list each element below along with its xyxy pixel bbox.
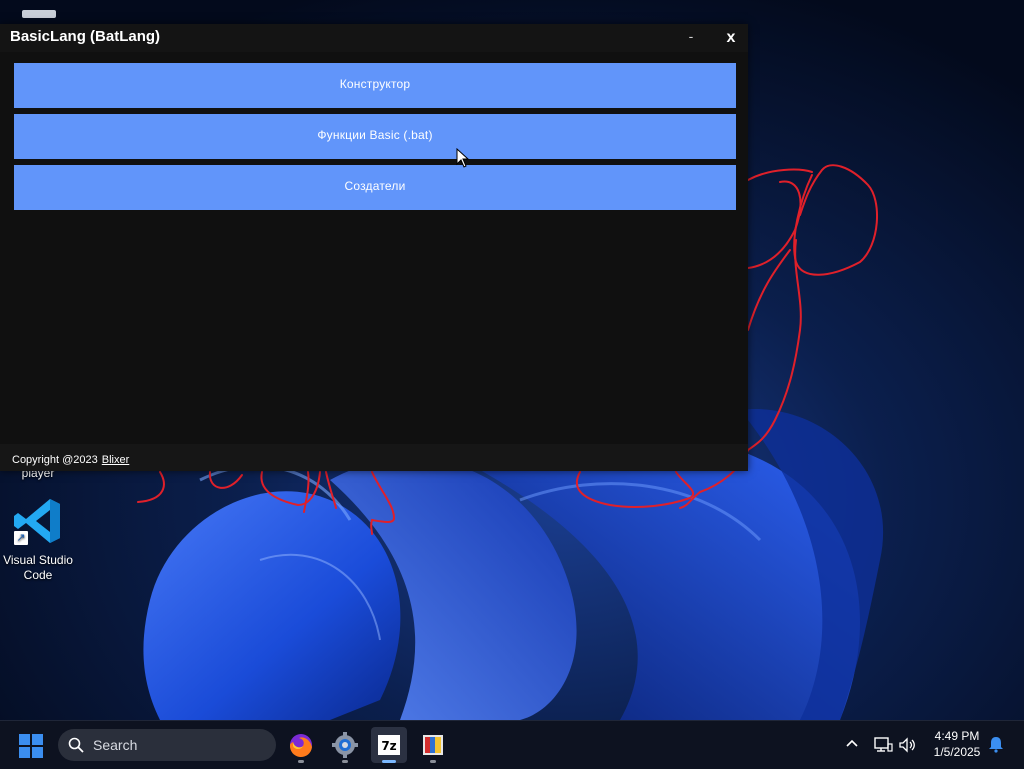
app-running-indicator bbox=[298, 760, 304, 763]
search-placeholder: Search bbox=[93, 737, 138, 753]
app-active-indicator bbox=[382, 760, 396, 763]
network-icon[interactable] bbox=[873, 736, 893, 754]
taskbar-app-winrar[interactable] bbox=[415, 727, 451, 763]
windows-start-icon[interactable] bbox=[18, 733, 44, 759]
svg-text:7z: 7z bbox=[381, 739, 396, 753]
firefox-icon bbox=[289, 734, 312, 758]
title-bar[interactable]: BasicLang (BatLang) - x bbox=[0, 24, 748, 52]
chevron-up-icon[interactable] bbox=[843, 735, 861, 753]
taskbar: Search 7z 4:49 PM 1/5/2025 bbox=[0, 720, 1024, 769]
settings-icon bbox=[332, 732, 358, 758]
close-button[interactable]: x bbox=[718, 26, 744, 50]
app-window: BasicLang (BatLang) - x Конструктор Функ… bbox=[0, 24, 748, 471]
shortcut-arrow-icon: ↗ bbox=[14, 531, 28, 545]
desktop-icon-vscode[interactable]: ↗ Visual Studio Code bbox=[0, 495, 76, 583]
window-title: BasicLang (BatLang) bbox=[10, 28, 161, 45]
recycle-bin-icon bbox=[22, 10, 56, 18]
app-running-indicator bbox=[342, 760, 348, 763]
author-link[interactable]: Blixer bbox=[102, 454, 130, 466]
minimize-button[interactable]: - bbox=[680, 26, 702, 48]
copyright-label: Copyright @2023 bbox=[12, 454, 98, 466]
creators-button[interactable]: Создатели bbox=[14, 165, 736, 210]
winrar-icon bbox=[423, 735, 443, 755]
taskbar-app-7zip[interactable]: 7z bbox=[371, 727, 407, 763]
vscode-icon: ↗ bbox=[12, 495, 64, 547]
taskbar-search-box[interactable]: Search bbox=[58, 729, 276, 761]
mouse-pointer-icon bbox=[456, 148, 470, 168]
app-running-indicator bbox=[430, 760, 436, 763]
taskbar-app-firefox[interactable] bbox=[283, 727, 319, 763]
desktop-icon-partial[interactable] bbox=[0, 0, 76, 18]
constructor-button[interactable]: Конструктор bbox=[14, 63, 736, 108]
taskbar-app-settings[interactable] bbox=[327, 727, 363, 763]
clock-date: 1/5/2025 bbox=[933, 745, 981, 759]
clock-time: 4:49 PM bbox=[934, 729, 980, 743]
basic-functions-button[interactable]: Функции Basic (.bat) bbox=[14, 114, 736, 159]
7zip-icon: 7z bbox=[378, 735, 400, 755]
footer: Copyright @2023 Blixer bbox=[0, 444, 748, 471]
search-icon bbox=[68, 737, 84, 753]
system-clock[interactable]: 4:49 PM 1/5/2025 bbox=[920, 728, 994, 760]
notification-bell-icon[interactable] bbox=[987, 735, 1005, 753]
copyright-text: Copyright @2023 Blixer bbox=[12, 454, 129, 466]
desktop-icon-label: Code bbox=[23, 568, 53, 582]
volume-icon[interactable] bbox=[898, 736, 916, 754]
desktop-icon-label: Visual Studio bbox=[3, 553, 73, 567]
